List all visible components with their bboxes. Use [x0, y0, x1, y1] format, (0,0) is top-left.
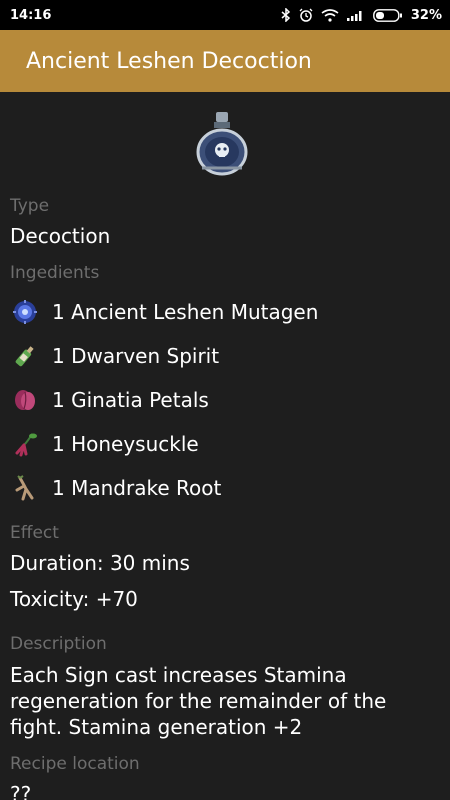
decoction-potion-icon: [196, 112, 248, 176]
ingredient-item[interactable]: 1 Ancient Leshen Mutagen: [10, 296, 318, 328]
recipe-location-value: ??: [10, 782, 32, 800]
wifi-icon: [321, 8, 339, 22]
recipe-location-label: Recipe location: [10, 754, 140, 774]
ingredient-label: 1 Ginatia Petals: [52, 388, 209, 412]
duration-value: Duration: 30 mins: [10, 551, 190, 575]
effect-label: Effect: [10, 523, 59, 543]
ingredient-item[interactable]: 1 Mandrake Root: [10, 472, 221, 504]
root-icon: [10, 473, 40, 503]
ingredient-label: 1 Mandrake Root: [52, 476, 222, 500]
type-value: Decoction: [10, 224, 111, 248]
ingredient-item[interactable]: 1 Dwarven Spirit: [10, 340, 219, 372]
toxicity-value: Toxicity: +70: [10, 587, 138, 611]
status-icons: 32%: [281, 8, 442, 23]
battery-icon: [372, 8, 402, 22]
signal-icon: [346, 11, 362, 21]
type-label: Type: [10, 196, 50, 216]
status-time: 14:16: [10, 7, 52, 23]
battery-percent: 32%: [410, 7, 442, 23]
alarm-icon: [299, 8, 313, 22]
ingredient-label: 1 Honeysuckle: [52, 432, 199, 456]
status-bar: 14:16 32%: [0, 0, 450, 30]
petals-icon: [10, 385, 40, 415]
description-text: Each Sign cast increases Stamina regener…: [10, 663, 387, 739]
bottle-icon: [10, 341, 40, 371]
ingredients-label: Ingedients: [10, 263, 100, 283]
app-bar: Ancient Leshen Decoction: [0, 30, 450, 92]
detail-content[interactable]: Type Decoction Ingedients 1 Ancient Lesh…: [0, 92, 450, 800]
description-label: Description: [10, 634, 107, 654]
ingredient-item[interactable]: 1 Ginatia Petals: [10, 384, 209, 416]
mutagen-icon: [10, 297, 40, 327]
page-title: Ancient Leshen Decoction: [26, 48, 312, 74]
ingredient-label: 1 Dwarven Spirit: [52, 344, 220, 368]
ingredient-label: 1 Ancient Leshen Mutagen: [52, 300, 319, 324]
bluetooth-icon: [281, 8, 290, 22]
ingredient-item[interactable]: 1 Honeysuckle: [10, 428, 199, 460]
honeysuckle-icon: [10, 429, 40, 459]
